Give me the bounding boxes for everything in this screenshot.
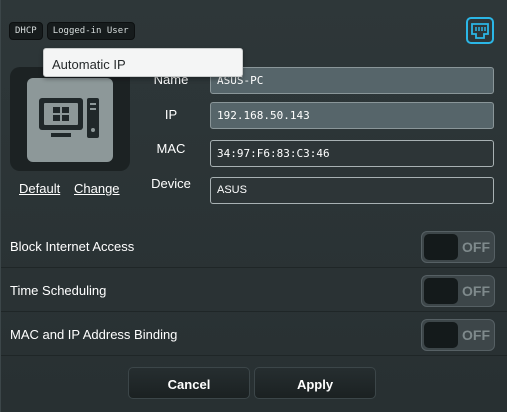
ip-value: 192.168.50.143 — [217, 109, 310, 122]
mac-value: 34:97:F6:83:C3:46 — [217, 147, 330, 160]
ip-label: IP — [164, 107, 178, 122]
device-label: Device — [151, 176, 191, 191]
mac-ip-binding-row: MAC and IP Address Binding OFF — [1, 312, 507, 356]
mac-field: 34:97:F6:83:C3:46 — [210, 140, 494, 167]
toggle-state: OFF — [462, 239, 490, 255]
change-icon-link[interactable]: Change — [74, 181, 120, 196]
time-scheduling-toggle[interactable]: OFF — [421, 275, 495, 307]
block-internet-toggle[interactable]: OFF — [421, 231, 495, 263]
name-field[interactable]: ASUS-PC — [210, 67, 494, 94]
logged-in-user-tag: Logged-in User — [46, 22, 135, 40]
mac-ip-binding-label: MAC and IP Address Binding — [10, 327, 178, 342]
device-value: ASUS — [217, 184, 247, 196]
toggle-knob — [424, 234, 458, 260]
ip-field[interactable]: 192.168.50.143 — [210, 102, 494, 129]
client-detail-panel: DHCP Logged-in User Default Change Name … — [0, 0, 507, 412]
time-scheduling-row: Time Scheduling OFF — [1, 268, 507, 312]
dhcp-tag: DHCP — [9, 22, 43, 40]
toggle-knob — [424, 322, 458, 348]
client-tags: DHCP Logged-in User — [9, 22, 135, 40]
ip-mode-dropdown[interactable]: Automatic IP — [43, 48, 243, 77]
toggle-knob — [424, 278, 458, 304]
mac-ip-binding-toggle[interactable]: OFF — [421, 319, 495, 351]
time-scheduling-label: Time Scheduling — [10, 283, 107, 298]
toggle-state: OFF — [462, 327, 490, 343]
block-internet-label: Block Internet Access — [10, 239, 135, 254]
lan-port-icon[interactable] — [466, 17, 494, 44]
toggle-state: OFF — [462, 283, 490, 299]
block-internet-row: Block Internet Access OFF — [1, 224, 507, 268]
windows-pc-icon[interactable] — [27, 78, 113, 162]
apply-button[interactable]: Apply — [254, 367, 376, 399]
ip-mode-option[interactable]: Automatic IP — [52, 57, 126, 72]
cancel-button[interactable]: Cancel — [128, 367, 250, 399]
device-field: ASUS — [210, 177, 494, 204]
default-icon-link[interactable]: Default — [19, 181, 60, 196]
mac-label: MAC — [156, 141, 186, 156]
